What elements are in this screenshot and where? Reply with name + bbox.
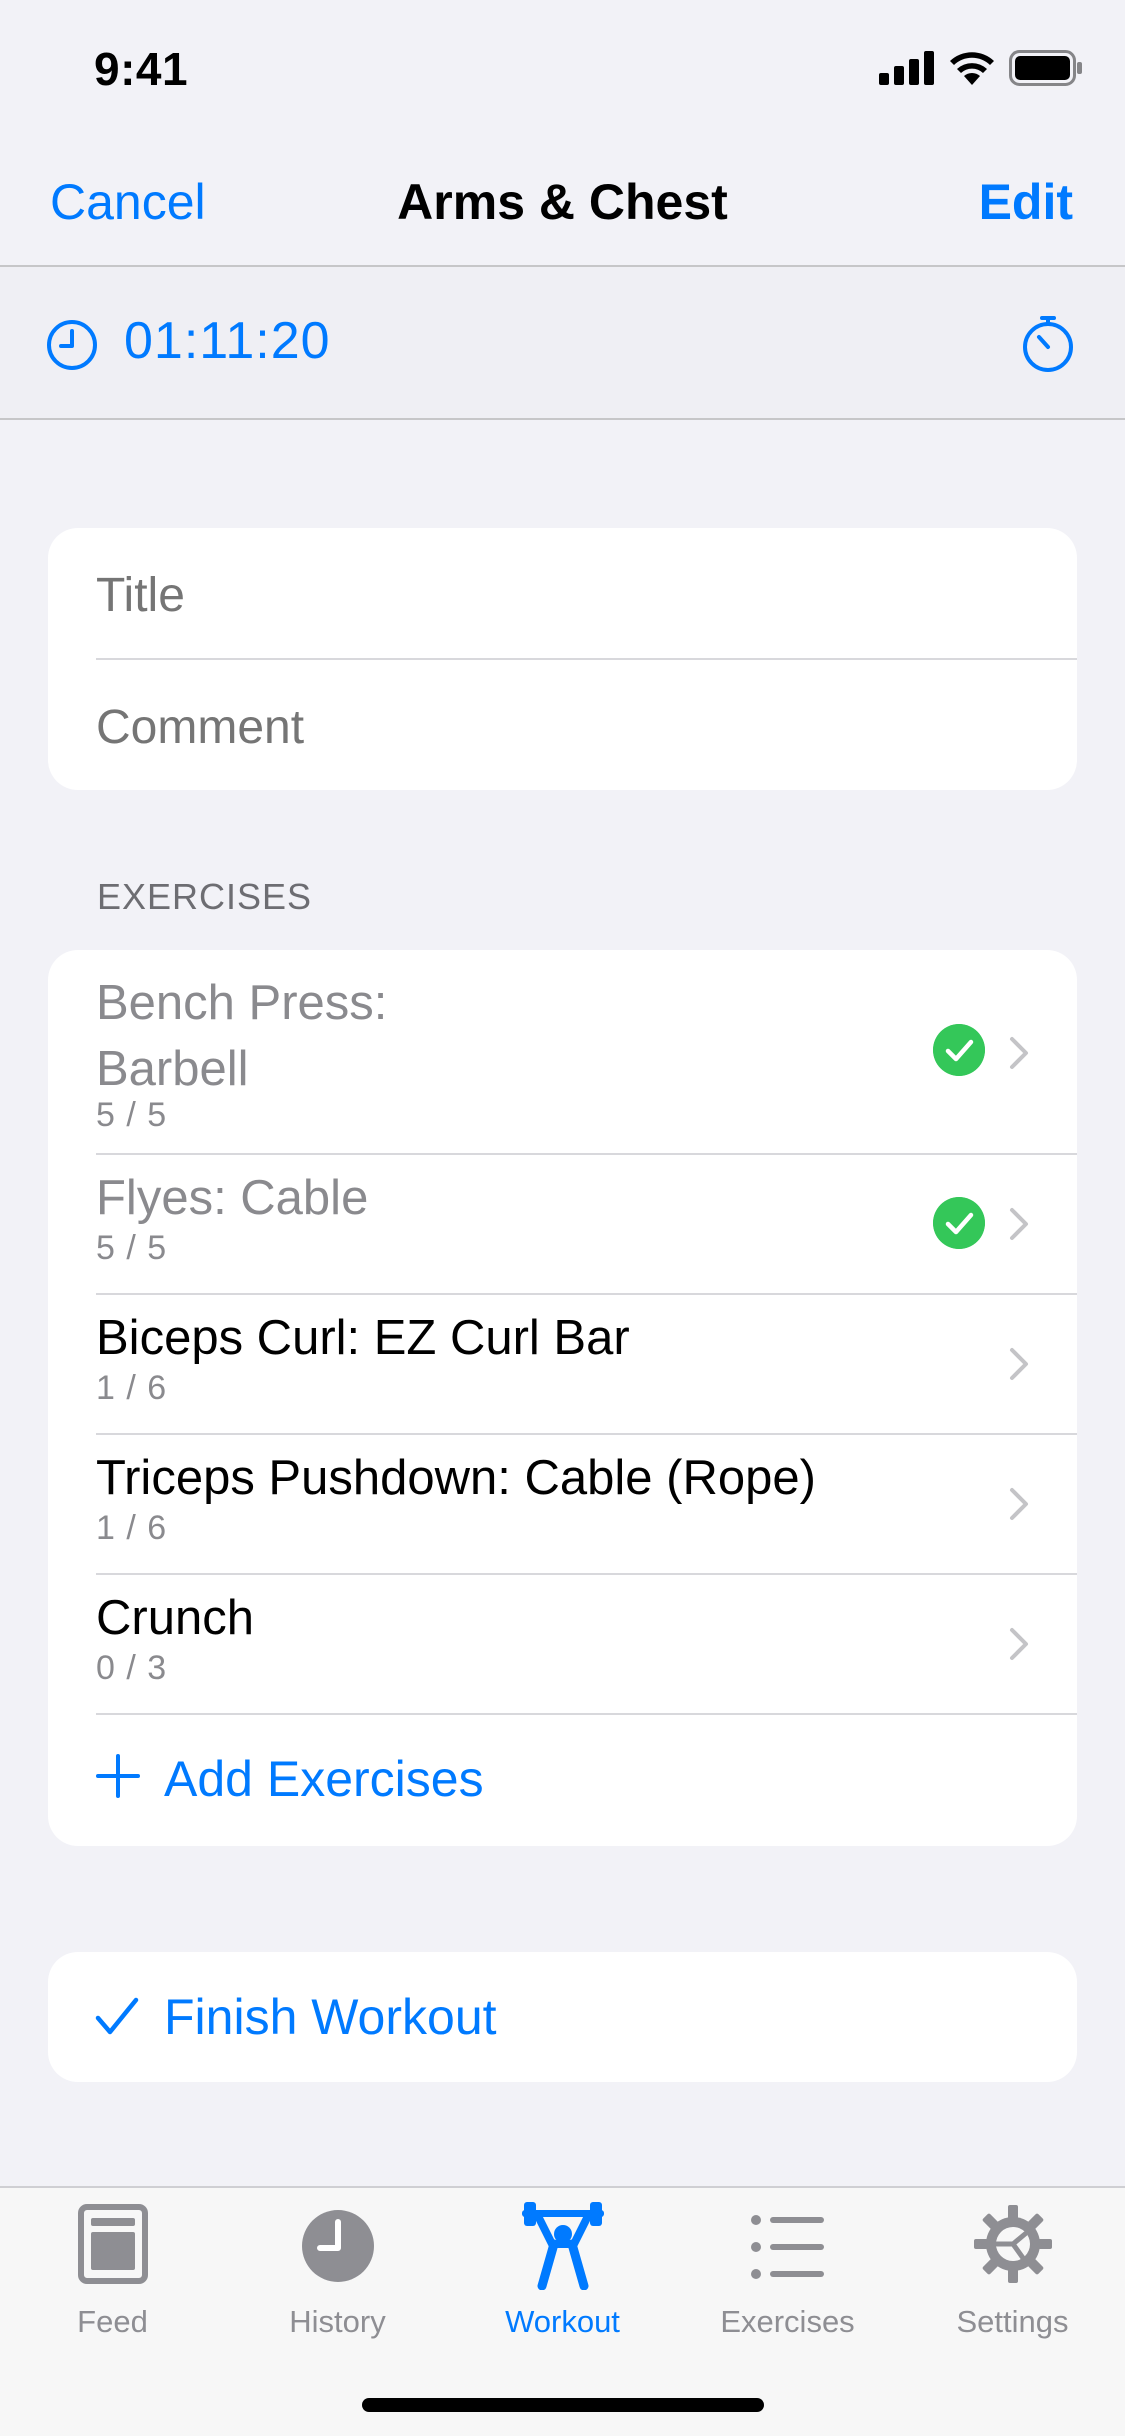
completed-check-icon <box>933 1197 985 1249</box>
exercise-name: Bench Press: <box>96 976 388 1030</box>
home-indicator[interactable] <box>362 2398 764 2412</box>
tab-workout[interactable]: Workout <box>450 2188 675 2358</box>
chevron-right-icon <box>1010 1488 1028 1520</box>
exercise-name: Biceps Curl: EZ Curl Bar <box>96 1311 630 1365</box>
exercise-name: Triceps Pushdown: Cable (Rope) <box>96 1451 816 1505</box>
workout-icon <box>521 2202 604 2290</box>
page-title: Arms & Chest <box>397 174 728 230</box>
exercise-row-bench-press[interactable]: Bench Press: Barbell 5 / 5 <box>48 950 1077 1153</box>
tab-settings[interactable]: Settings <box>900 2188 1125 2358</box>
tab-exercises[interactable]: Exercises <box>675 2188 900 2358</box>
clock-icon <box>47 320 97 370</box>
comment-field[interactable] <box>96 700 996 755</box>
completed-check-icon <box>933 1024 985 1076</box>
workout-timer-bar: 01:11:20 <box>0 265 1125 420</box>
title-field[interactable] <box>96 568 996 623</box>
exercise-row-biceps-curl[interactable]: Biceps Curl: EZ Curl Bar 1 / 6 <box>48 1295 1077 1433</box>
section-header: EXERCISES <box>97 876 313 917</box>
tab-history[interactable]: History <box>225 2188 450 2358</box>
exercise-set-progress: 1 / 6 <box>96 1509 168 1547</box>
exercise-set-progress: 0 / 3 <box>96 1649 168 1687</box>
add-exercises-button[interactable]: Add Exercises <box>48 1710 1077 1846</box>
tab-label: Feed <box>77 2304 148 2339</box>
chevron-right-icon <box>1010 1037 1028 1069</box>
checkmark-icon <box>95 1997 139 2035</box>
exercise-set-progress: 5 / 5 <box>96 1096 168 1134</box>
exercise-row-flyes[interactable]: Flyes: Cable 5 / 5 <box>48 1155 1077 1293</box>
divider <box>96 658 1077 660</box>
chevron-right-icon <box>1010 1208 1028 1240</box>
exercise-set-progress: 1 / 6 <box>96 1369 168 1407</box>
elapsed-time: 01:11:20 <box>124 312 331 370</box>
history-icon <box>301 2210 374 2282</box>
status-icons <box>879 48 1083 88</box>
navigation-bar: Cancel Arms & Chest Edit <box>0 135 1125 265</box>
tab-label: Exercises <box>720 2304 855 2339</box>
stopwatch-icon[interactable] <box>1021 315 1075 373</box>
tab-label: Settings <box>956 2304 1069 2339</box>
plus-icon <box>96 1754 140 1798</box>
add-exercises-label: Add Exercises <box>164 1751 484 1807</box>
tab-label: History <box>289 2304 386 2339</box>
edit-button[interactable]: Edit <box>979 173 1073 231</box>
exercise-list: Bench Press: Barbell 5 / 5 Flyes: Cable … <box>48 950 1077 1846</box>
exercise-name: Crunch <box>96 1591 254 1645</box>
tab-feed[interactable]: Feed <box>0 2188 225 2358</box>
finish-workout-button[interactable]: Finish Workout <box>48 1952 1077 2082</box>
tab-label: Workout <box>505 2304 620 2339</box>
feed-icon <box>77 2204 148 2284</box>
chevron-right-icon <box>1010 1628 1028 1660</box>
cellular-signal-icon <box>879 51 934 85</box>
exercise-row-triceps-pushdown[interactable]: Triceps Pushdown: Cable (Rope) 1 / 6 <box>48 1435 1077 1573</box>
status-time: 9:41 <box>94 43 189 95</box>
exercise-set-progress: 5 / 5 <box>96 1229 168 1267</box>
workout-info-card <box>48 528 1077 790</box>
exercises-list-icon <box>750 2215 824 2279</box>
exercise-name: Flyes: Cable <box>96 1171 369 1225</box>
settings-gear-icon <box>973 2205 1052 2283</box>
exercise-name-line2: Barbell <box>96 1042 249 1096</box>
finish-workout-label: Finish Workout <box>164 1989 497 2045</box>
exercise-row-crunch[interactable]: Crunch 0 / 3 <box>48 1575 1077 1713</box>
wifi-icon <box>950 52 994 85</box>
chevron-right-icon <box>1010 1348 1028 1380</box>
battery-icon <box>1009 50 1082 86</box>
